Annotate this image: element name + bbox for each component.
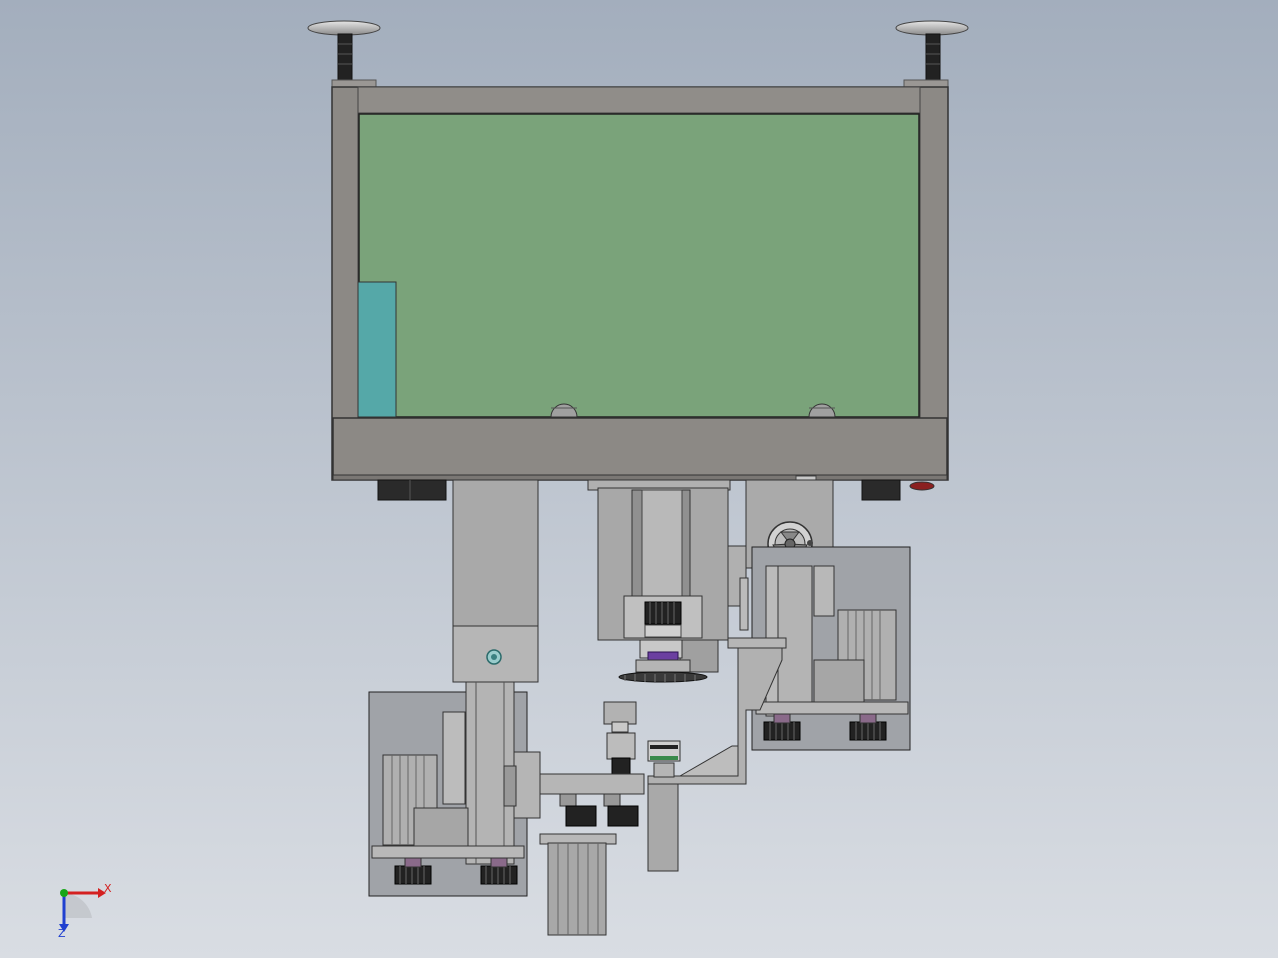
lower-motor: [547, 842, 607, 936]
cabinet-panel: [358, 113, 920, 418]
cabinet-base-rail: [332, 417, 948, 477]
left-vertical-column: [452, 479, 539, 683]
cad-model-view[interactable]: X Z: [0, 0, 1278, 958]
main-cabinet: [307, 20, 969, 501]
cad-viewport[interactable]: X Z: [0, 0, 1278, 958]
left-motor-module: [368, 681, 541, 897]
teal-block: [357, 281, 397, 418]
cutting-disc: [618, 671, 708, 683]
axis-z-label: Z: [58, 927, 66, 940]
axis-x-label: X: [104, 882, 112, 895]
